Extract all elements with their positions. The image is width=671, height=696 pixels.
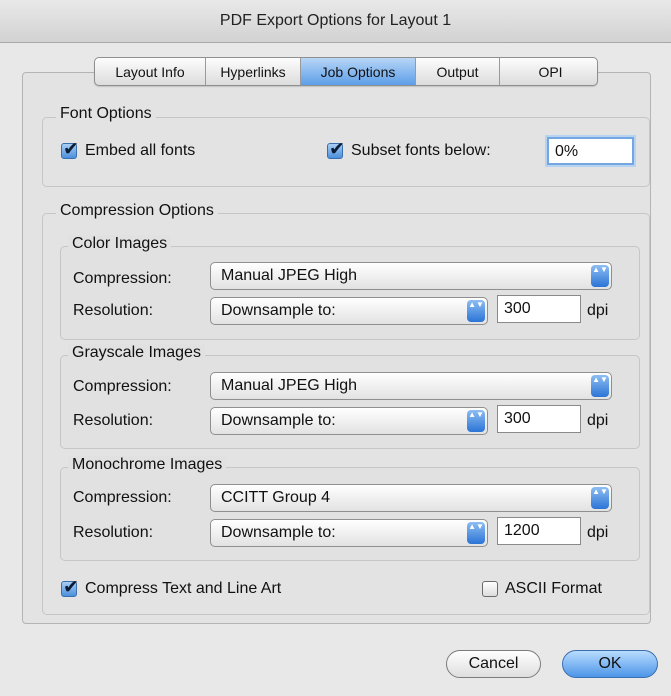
popup-arrows-icon: ▲▼ — [591, 375, 609, 397]
subset-fonts-percent-field[interactable]: 0% — [547, 137, 634, 165]
ascii-format-checkbox[interactable] — [482, 581, 498, 597]
color-images-group — [60, 246, 640, 340]
tab-output[interactable]: Output — [416, 58, 500, 85]
embed-all-fonts-checkbox[interactable]: ✔ — [61, 139, 79, 160]
compress-text-label: Compress Text and Line Art — [85, 580, 282, 597]
window-title: PDF Export Options for Layout 1 — [0, 0, 671, 43]
grayscale-resolution-popup[interactable]: Downsample to: ▲▼ — [210, 407, 488, 435]
tab-opi[interactable]: OPI — [500, 58, 597, 85]
compression-options-legend: Compression Options — [56, 202, 218, 220]
checkmark-icon: ✔ — [63, 139, 79, 160]
ascii-format-label: ASCII Format — [505, 580, 602, 597]
color-resolution-value: Downsample to: — [221, 302, 336, 319]
cancel-button[interactable]: Cancel — [446, 650, 541, 678]
checkmark-icon: ✔ — [329, 139, 345, 160]
monochrome-resolution-label: Resolution: — [73, 524, 154, 541]
tab-hyperlinks[interactable]: Hyperlinks — [206, 58, 301, 85]
color-compression-label: Compression: — [73, 270, 172, 287]
popup-arrows-icon: ▲▼ — [467, 410, 485, 432]
popup-arrows-icon: ▲▼ — [467, 300, 485, 322]
grayscale-compression-label: Compression: — [73, 378, 172, 395]
tab-layout-info[interactable]: Layout Info — [95, 58, 206, 85]
color-resolution-label: Resolution: — [73, 302, 154, 319]
monochrome-resolution-popup[interactable]: Downsample to: ▲▼ — [210, 519, 488, 547]
popup-arrows-icon: ▲▼ — [591, 265, 609, 287]
color-dpi-field[interactable]: 300 — [497, 295, 581, 323]
grayscale-resolution-label: Resolution: — [73, 412, 154, 429]
subset-fonts-label: Subset fonts below: — [351, 142, 491, 159]
color-images-legend: Color Images — [68, 235, 172, 253]
checkmark-icon: ✔ — [63, 577, 79, 598]
monochrome-images-legend: Monochrome Images — [68, 456, 227, 474]
embed-all-fonts-label: Embed all fonts — [85, 142, 196, 159]
tab-bar: Layout Info Hyperlinks Job Options Outpu… — [94, 57, 598, 86]
monochrome-dpi-field[interactable]: 1200 — [497, 517, 581, 545]
color-compression-value: Manual JPEG High — [221, 267, 358, 284]
monochrome-compression-label: Compression: — [73, 489, 172, 506]
color-compression-popup[interactable]: Manual JPEG High ▲▼ — [210, 262, 612, 290]
color-dpi-unit: dpi — [587, 302, 609, 319]
ok-button[interactable]: OK — [562, 650, 658, 678]
tab-job-options[interactable]: Job Options — [301, 58, 416, 85]
font-options-legend: Font Options — [56, 105, 156, 123]
grayscale-dpi-unit: dpi — [587, 412, 609, 429]
popup-arrows-icon: ▲▼ — [591, 487, 609, 509]
monochrome-resolution-value: Downsample to: — [221, 524, 336, 541]
grayscale-images-legend: Grayscale Images — [68, 344, 205, 362]
monochrome-compression-value: CCITT Group 4 — [221, 489, 331, 506]
subset-fonts-checkbox[interactable]: ✔ — [327, 139, 345, 160]
grayscale-compression-value: Manual JPEG High — [221, 377, 358, 394]
grayscale-resolution-value: Downsample to: — [221, 412, 336, 429]
monochrome-dpi-unit: dpi — [587, 524, 609, 541]
monochrome-compression-popup[interactable]: CCITT Group 4 ▲▼ — [210, 484, 612, 512]
color-resolution-popup[interactable]: Downsample to: ▲▼ — [210, 297, 488, 325]
grayscale-compression-popup[interactable]: Manual JPEG High ▲▼ — [210, 372, 612, 400]
popup-arrows-icon: ▲▼ — [467, 522, 485, 544]
grayscale-dpi-field[interactable]: 300 — [497, 405, 581, 433]
compress-text-checkbox[interactable]: ✔ — [61, 577, 79, 598]
